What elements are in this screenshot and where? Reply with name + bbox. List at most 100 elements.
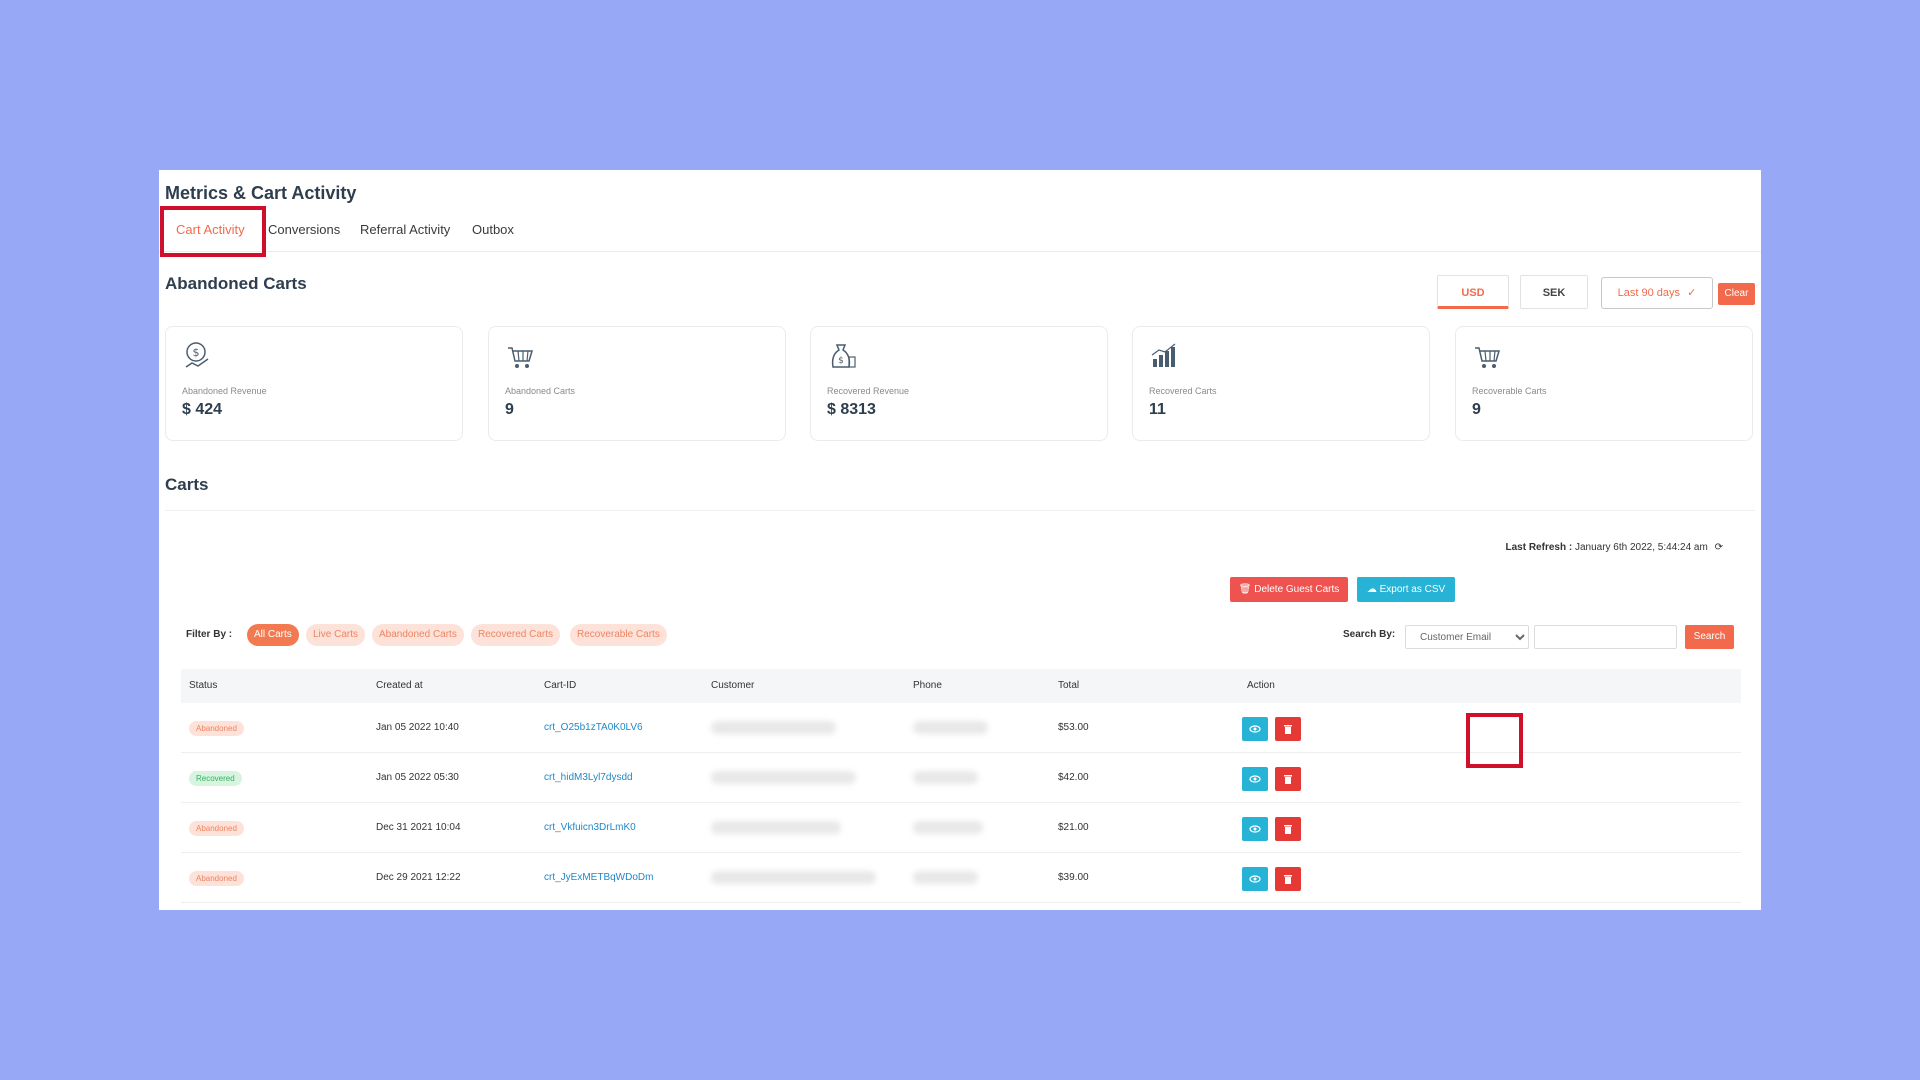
- svg-text:$: $: [838, 356, 844, 366]
- delete-button[interactable]: [1275, 867, 1301, 891]
- cart-icon: [508, 347, 534, 368]
- metric-card-abandoned-revenue: $ Abandoned Revenue $ 424: [165, 326, 463, 441]
- tab-outbox[interactable]: Outbox: [472, 208, 514, 252]
- column-phone: Phone: [913, 680, 942, 691]
- table-row: Abandoned Jan 05 2022 10:40 crt_O25b1zTA…: [181, 703, 1741, 753]
- phone-redacted: [913, 771, 978, 784]
- total-cell: $39.00: [1058, 872, 1089, 883]
- date-range-label: Last 90 days: [1617, 287, 1681, 299]
- metric-value: 9: [505, 401, 514, 418]
- tab-bar: Cart Activity Conversions Referral Activ…: [159, 208, 1761, 252]
- table-row: Abandoned Dec 29 2021 12:22 crt_JyExMETB…: [181, 853, 1741, 903]
- metric-value: 11: [1149, 401, 1166, 418]
- svg-text:$: $: [193, 346, 200, 359]
- search-by-label: Search By:: [1343, 629, 1396, 640]
- delete-guest-carts-label: Delete Guest Carts: [1254, 584, 1340, 595]
- cart-icon: [1475, 347, 1501, 368]
- status-badge: Recovered: [189, 771, 242, 786]
- eye-icon: [1249, 725, 1261, 733]
- trash-icon: 🗑: [1238, 584, 1252, 595]
- tab-referral-activity[interactable]: Referral Activity: [360, 208, 450, 252]
- money-bag-icon: $: [831, 344, 856, 368]
- delete-button[interactable]: [1275, 717, 1301, 741]
- trash-icon: [1284, 825, 1292, 834]
- metric-label: Recoverable Carts: [1472, 386, 1547, 396]
- cart-id-link[interactable]: crt_Vkfuicn3DrLmK0: [544, 803, 636, 853]
- delete-button[interactable]: [1275, 817, 1301, 841]
- metric-value: 9: [1472, 401, 1481, 418]
- customer-redacted: [711, 771, 856, 784]
- cloud-download-icon: ☁: [1366, 584, 1377, 595]
- abandoned-carts-title: Abandoned Carts: [165, 274, 307, 293]
- cart-id-link[interactable]: crt_O25b1zTA0K0LV6: [544, 703, 643, 753]
- search-by-select[interactable]: Customer Email: [1405, 625, 1529, 649]
- currency-usd-button[interactable]: USD: [1437, 275, 1509, 309]
- metric-card-abandoned-carts: Abandoned Carts 9: [488, 326, 786, 441]
- bar-chart-icon: [1151, 343, 1176, 367]
- view-button[interactable]: [1242, 717, 1268, 741]
- last-refresh-value: January 6th 2022, 5:44:24 am: [1574, 542, 1708, 553]
- phone-redacted: [913, 821, 983, 834]
- eye-icon: [1249, 875, 1261, 883]
- table-row: Abandoned Dec 31 2021 10:04 crt_Vkfuicn3…: [181, 803, 1741, 853]
- tab-conversions[interactable]: Conversions: [268, 208, 340, 252]
- total-cell: $42.00: [1058, 772, 1089, 783]
- last-refresh-label: Last Refresh :: [1505, 542, 1573, 553]
- eye-icon: [1249, 825, 1261, 833]
- filter-abandoned-carts[interactable]: Abandoned Carts: [372, 624, 464, 646]
- search-button[interactable]: Search: [1685, 625, 1734, 649]
- date-range-button[interactable]: Last 90 days ✓: [1601, 277, 1713, 309]
- metric-card-recovered-carts: Recovered Carts 11: [1132, 326, 1430, 441]
- carts-section: Last Refresh : January 6th 2022, 5:44:24…: [165, 510, 1755, 910]
- metric-label: Recovered Carts: [1149, 386, 1217, 396]
- clear-button[interactable]: Clear: [1718, 283, 1755, 305]
- table-header: Status Created at Cart-ID Customer Phone…: [181, 669, 1741, 703]
- metric-label: Abandoned Revenue: [182, 386, 267, 396]
- status-badge: Abandoned: [189, 721, 244, 736]
- export-csv-button[interactable]: ☁ Export as CSV: [1357, 577, 1455, 602]
- table-row: Recovered Jan 05 2022 05:30 crt_hidM3Lyl…: [181, 753, 1741, 803]
- created-at-cell: Dec 31 2021 10:04: [376, 822, 461, 833]
- status-badge: Abandoned: [189, 871, 244, 886]
- total-cell: $21.00: [1058, 822, 1089, 833]
- refresh-icon[interactable]: ⟳: [1715, 542, 1723, 553]
- created-at-cell: Jan 05 2022 05:30: [376, 772, 459, 783]
- view-button[interactable]: [1242, 817, 1268, 841]
- column-customer: Customer: [711, 680, 755, 691]
- trash-icon: [1284, 775, 1292, 784]
- column-action: Action: [1247, 680, 1275, 691]
- filter-all-carts[interactable]: All Carts: [247, 624, 299, 646]
- delete-button[interactable]: [1275, 767, 1301, 791]
- filter-live-carts[interactable]: Live Carts: [306, 624, 366, 646]
- search-input[interactable]: [1534, 625, 1677, 649]
- filter-recoverable-carts[interactable]: Recoverable Carts: [570, 624, 667, 646]
- metric-card-recoverable-carts: Recoverable Carts 9: [1455, 326, 1753, 441]
- created-at-cell: Dec 29 2021 12:22: [376, 872, 461, 883]
- column-created-at: Created at: [376, 680, 423, 691]
- cart-id-link[interactable]: crt_JyExMETBqWDoDm: [544, 853, 653, 903]
- total-cell: $53.00: [1058, 722, 1089, 733]
- last-refresh: Last Refresh : January 6th 2022, 5:44:24…: [1505, 542, 1723, 553]
- check-icon: ✓: [1687, 287, 1697, 299]
- view-button[interactable]: [1242, 767, 1268, 791]
- filter-recovered-carts[interactable]: Recovered Carts: [471, 624, 561, 646]
- delete-guest-carts-button[interactable]: 🗑 Delete Guest Carts: [1230, 577, 1348, 602]
- filter-label: Filter By :: [186, 629, 233, 640]
- cart-id-link[interactable]: crt_hidM3Lyl7dysdd: [544, 753, 633, 803]
- customer-redacted: [711, 821, 841, 834]
- created-at-cell: Jan 05 2022 10:40: [376, 722, 459, 733]
- metric-card-recovered-revenue: $ Recovered Revenue $ 8313: [810, 326, 1108, 441]
- column-total: Total: [1058, 680, 1080, 691]
- export-csv-label: Export as CSV: [1379, 584, 1446, 595]
- tab-cart-activity[interactable]: Cart Activity: [176, 208, 245, 252]
- column-cart-id: Cart-ID: [544, 680, 577, 691]
- main-panel: Metrics & Cart Activity Cart Activity Co…: [159, 170, 1761, 910]
- trash-icon: [1284, 875, 1292, 884]
- trash-icon: [1284, 725, 1292, 734]
- metric-label: Abandoned Carts: [505, 386, 576, 396]
- eye-icon: [1249, 775, 1261, 783]
- view-button[interactable]: [1242, 867, 1268, 891]
- metric-value: $ 8313: [827, 401, 876, 418]
- currency-sek-button[interactable]: SEK: [1520, 275, 1588, 309]
- carts-title: Carts: [165, 475, 209, 494]
